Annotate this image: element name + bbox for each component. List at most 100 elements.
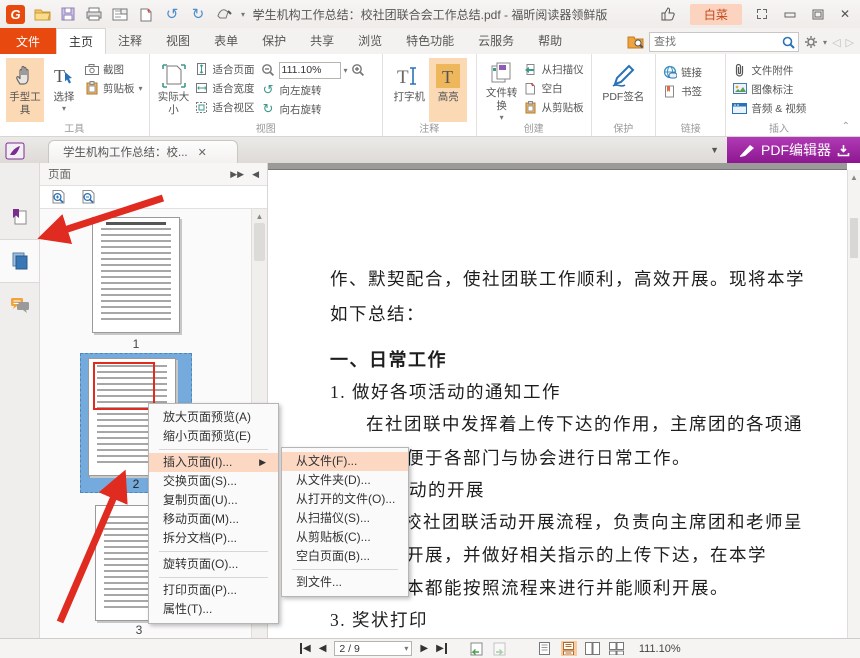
submenu-item-from-clipboard[interactable]: 从剪贴板(C)... <box>282 528 408 547</box>
document-scroll-up-icon[interactable]: ▲ <box>848 170 860 182</box>
panel-scroll-thumb[interactable] <box>254 223 265 261</box>
layout-grid-icon[interactable] <box>756 8 768 20</box>
foxit-logo[interactable]: G <box>6 5 25 24</box>
file-convert-button[interactable]: 文件转换 ▾ <box>483 58 521 122</box>
rotate-left-button[interactable]: ↺ 向左旋转 <box>261 82 366 98</box>
ribbon-prev-icon[interactable]: ◁ <box>832 36 840 49</box>
hand-annotate-icon[interactable] <box>215 5 233 23</box>
redo-icon[interactable]: ↻ <box>189 5 207 23</box>
tab-features[interactable]: 特色功能 <box>394 28 466 54</box>
tab-comment[interactable]: 注释 <box>106 28 154 54</box>
menu-item-move-pages[interactable]: 移动页面(M)... <box>149 510 278 529</box>
menu-item-zoom-out-preview[interactable]: 缩小页面预览(E) <box>149 427 278 446</box>
hand-tool-button[interactable]: 手型工具 <box>6 58 44 122</box>
new-document-icon[interactable] <box>137 5 155 23</box>
page-number-caret[interactable]: ▾ <box>404 644 411 653</box>
print-icon[interactable] <box>85 5 103 23</box>
fit-visible-button[interactable]: 适合视区 <box>194 99 255 115</box>
panel-expand-icon[interactable]: ▶▶ <box>230 169 244 180</box>
document-scrollbar[interactable]: ▲ <box>847 170 860 638</box>
tab-view[interactable]: 视图 <box>154 28 202 54</box>
menu-item-properties[interactable]: 属性(T)... <box>149 600 278 619</box>
actual-size-button[interactable]: 实际大小 <box>156 58 192 122</box>
ribbon-collapse-icon[interactable]: ⌃ <box>832 121 860 136</box>
submenu-item-from-folder[interactable]: 从文件夹(D)... <box>282 471 408 490</box>
tab-protect[interactable]: 保护 <box>250 28 298 54</box>
tab-help[interactable]: 帮助 <box>526 28 574 54</box>
current-view-rectangle[interactable] <box>93 362 155 410</box>
next-page-button[interactable]: ▶ <box>420 643 428 654</box>
submenu-item-blank-page[interactable]: 空白页面(B)... <box>282 547 408 566</box>
highlight-button[interactable]: T 高亮 <box>429 58 467 122</box>
zoom-in-icon[interactable] <box>351 63 366 78</box>
tab-share[interactable]: 共享 <box>298 28 346 54</box>
document-scroll-thumb[interactable] <box>850 218 858 258</box>
bookmark-button[interactable]: 书签 <box>662 83 719 99</box>
rotate-right-button[interactable]: ↻ 向右旋转 <box>261 101 366 117</box>
settings-caret[interactable]: ▾ <box>823 38 827 47</box>
bookmarks-panel-button[interactable] <box>0 195 39 239</box>
reading-mode-icon[interactable] <box>0 139 30 163</box>
image-annotation-button[interactable]: 图像标注 <box>732 81 825 97</box>
find-input[interactable] <box>650 36 779 48</box>
zoom-in-page-icon[interactable] <box>50 189 66 205</box>
menu-item-zoom-in-preview[interactable]: 放大页面预览(A) <box>149 408 278 427</box>
search-folder-icon[interactable] <box>627 35 644 49</box>
menu-item-print-pages[interactable]: 打印页面(P)... <box>149 581 278 600</box>
menu-item-swap-pages[interactable]: 交换页面(S)... <box>149 472 278 491</box>
document-tab[interactable]: 学生机构工作总结：校... ✕ <box>48 140 238 163</box>
file-attachment-button[interactable]: 文件附件 <box>732 62 825 78</box>
zoom-level-input[interactable] <box>279 62 341 79</box>
panel-collapse-icon[interactable]: ◀ <box>252 169 259 180</box>
clipboard-button[interactable]: 剪贴板 ▾ <box>84 80 143 96</box>
submenu-item-to-file[interactable]: 到文件... <box>282 573 408 592</box>
zoom-out-page-icon[interactable] <box>80 189 96 205</box>
link-button[interactable]: 链接 <box>662 64 719 80</box>
hand-annotate-caret[interactable]: ▾ <box>241 10 245 19</box>
single-page-icon[interactable] <box>537 641 553 656</box>
minimize-icon[interactable] <box>784 9 796 19</box>
submenu-item-from-file[interactable]: 从文件(F)... <box>282 452 408 471</box>
menu-item-insert-pages[interactable]: 插入页面(I)... ▶ <box>149 453 278 472</box>
blank-page-button[interactable]: 空白 <box>523 80 584 96</box>
tab-cloud[interactable]: 云服务 <box>466 28 526 54</box>
zoom-out-icon[interactable] <box>261 63 276 78</box>
facing-icon[interactable] <box>585 641 601 656</box>
typewriter-button[interactable]: T 打字机 <box>391 58 427 122</box>
tab-browse[interactable]: 浏览 <box>346 28 394 54</box>
undo-icon[interactable]: ↺ <box>163 5 181 23</box>
user-account-button[interactable]: 白菜 <box>690 4 742 25</box>
pdf-editor-caret[interactable]: ▼ <box>710 145 719 155</box>
like-icon[interactable] <box>660 7 676 21</box>
tab-form[interactable]: 表单 <box>202 28 250 54</box>
find-submit-icon[interactable] <box>779 36 798 49</box>
tab-home[interactable]: 主页 <box>56 28 106 54</box>
thumbnail-page-1[interactable] <box>92 217 180 333</box>
open-folder-icon[interactable] <box>33 5 51 23</box>
pdf-sign-button[interactable]: PDF签名 <box>601 58 645 122</box>
comments-panel-button[interactable] <box>0 283 39 327</box>
fit-page-button[interactable]: 适合页面 <box>194 61 255 77</box>
menu-item-rotate-pages[interactable]: 旋转页面(O)... <box>149 555 278 574</box>
fit-width-button[interactable]: 适合宽度 <box>194 80 255 96</box>
email-icon[interactable] <box>111 5 129 23</box>
maximize-icon[interactable] <box>812 9 824 20</box>
pages-panel-button[interactable] <box>0 239 39 283</box>
prev-view-icon[interactable] <box>469 642 484 656</box>
select-tool-button[interactable]: T 选择 ▾ <box>46 58 82 122</box>
zoom-caret[interactable]: ▾ <box>344 66 348 75</box>
qat-more-icon[interactable]: ≡ <box>253 9 259 20</box>
from-clipboard-button[interactable]: 从剪贴板 <box>523 99 584 115</box>
next-view-icon[interactable] <box>492 642 507 656</box>
ribbon-next-icon[interactable]: ▷ <box>846 36 854 49</box>
tab-close-icon[interactable]: ✕ <box>198 146 207 159</box>
first-page-button[interactable]: ◀ <box>300 643 311 654</box>
save-icon[interactable] <box>59 5 77 23</box>
continuous-facing-icon[interactable] <box>609 641 625 656</box>
prev-page-button[interactable]: ◀ <box>319 643 327 654</box>
audio-video-button[interactable]: 音频 & 视频 <box>732 100 825 116</box>
page-number-input[interactable] <box>335 643 393 655</box>
tab-file[interactable]: 文件 <box>0 28 56 54</box>
submenu-item-from-scanner[interactable]: 从扫描仪(S)... <box>282 509 408 528</box>
from-scanner-button[interactable]: 从扫描仪 <box>523 61 584 77</box>
